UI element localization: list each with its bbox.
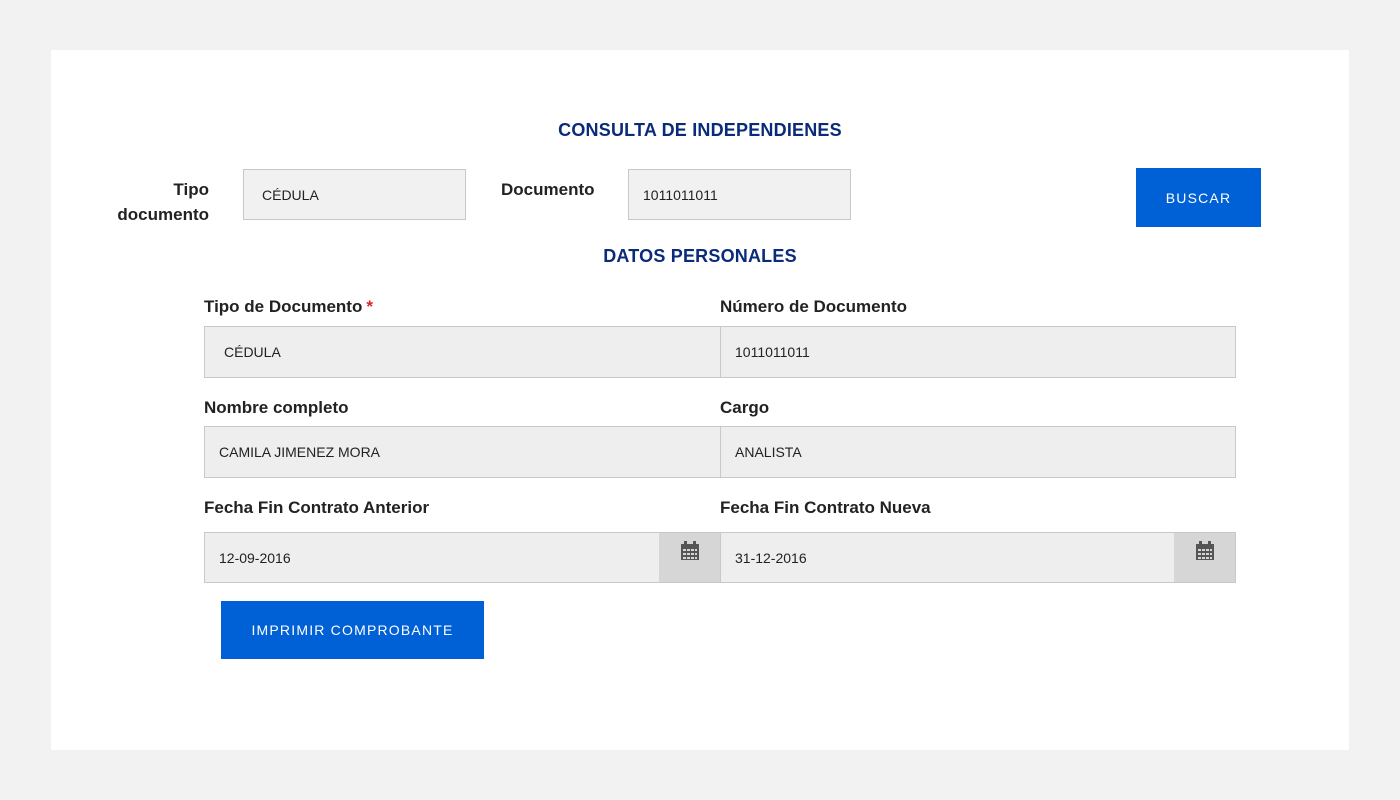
numero-documento-value: 1011011011 [735, 344, 810, 360]
tipo-de-documento-label: Tipo de Documento * [204, 297, 373, 317]
numero-documento-field[interactable]: 1011011011 [720, 326, 1236, 378]
cargo-field[interactable]: ANALISTA [720, 426, 1236, 478]
fecha-fin-anterior-value: 12-09-2016 [219, 549, 291, 566]
buscar-button[interactable]: BUSCAR [1136, 168, 1261, 227]
tipo-de-documento-field[interactable]: CÉDULA [204, 326, 721, 378]
numero-documento-label: Número de Documento [720, 297, 908, 316]
calendar-icon [1195, 541, 1214, 560]
tipo-documento-label: Tipo documento [111, 177, 209, 227]
required-mark: * [366, 297, 373, 316]
documento-label: Documento [501, 180, 595, 199]
fecha-fin-nueva-input[interactable]: 31-12-2016 [720, 532, 1175, 583]
consulta-title: CONSULTA DE INDEPENDIENES [558, 120, 842, 140]
fecha-anterior-calendar-button[interactable] [659, 532, 721, 583]
tipo-documento-label-line1: Tipo [173, 180, 209, 199]
fecha-fin-nueva-label: Fecha Fin Contrato Nueva [720, 498, 931, 517]
tipo-documento-select-value: CÉDULA [262, 186, 319, 203]
documento-input-value: 1011011011 [643, 186, 718, 203]
tipo-de-documento-value: CÉDULA [224, 344, 281, 360]
datos-personales-title: DATOS PERSONALES [603, 246, 797, 266]
main-card: CONSULTA DE INDEPENDIENES Tipo documento… [51, 50, 1349, 750]
fecha-fin-anterior-label: Fecha Fin Contrato Anterior [204, 498, 430, 517]
tipo-de-documento-label-text: Tipo de Documento [204, 297, 363, 316]
calendar-icon [680, 541, 699, 560]
imprimir-comprobante-button[interactable]: IMPRIMIR COMPROBANTE [221, 601, 484, 659]
documento-input[interactable]: 1011011011 [628, 169, 851, 220]
cargo-label: Cargo [720, 398, 770, 417]
fecha-fin-anterior-input[interactable]: 12-09-2016 [204, 532, 660, 583]
nombre-completo-label: Nombre completo [204, 398, 349, 417]
tipo-documento-select[interactable]: CÉDULA [243, 169, 466, 220]
fecha-fin-nueva-value: 31-12-2016 [735, 549, 807, 566]
fecha-nueva-calendar-button[interactable] [1174, 532, 1236, 583]
tipo-documento-label-line2: documento [117, 205, 209, 224]
nombre-completo-field[interactable]: CAMILA JIMENEZ MORA [204, 426, 721, 478]
cargo-value: ANALISTA [735, 444, 802, 460]
nombre-completo-value: CAMILA JIMENEZ MORA [219, 444, 381, 460]
